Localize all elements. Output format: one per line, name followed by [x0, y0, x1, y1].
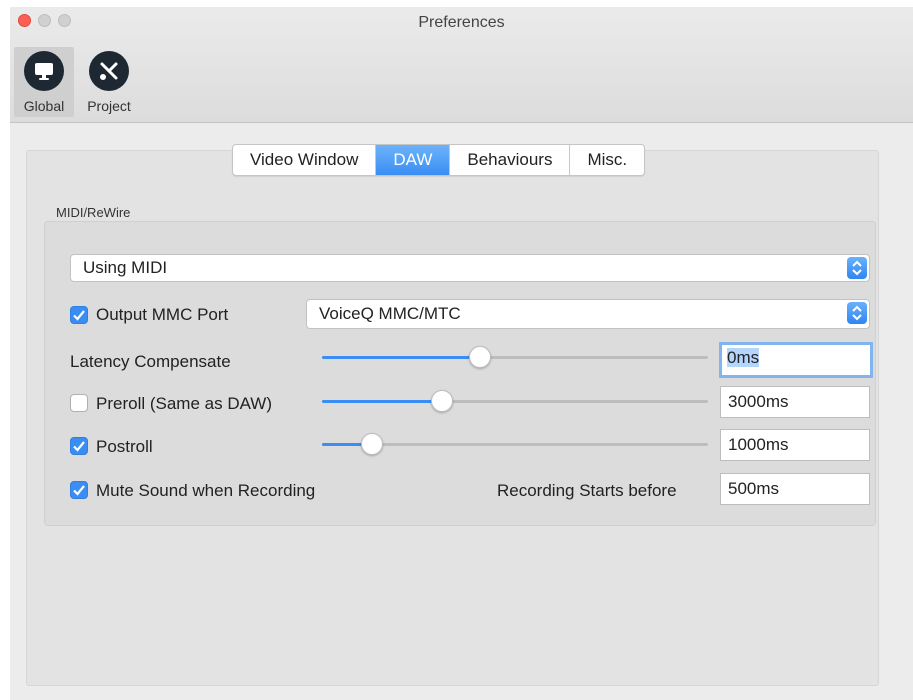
titlebar: Preferences Global Project: [10, 7, 913, 123]
mmc-port-select[interactable]: VoiceQ MMC/MTC: [306, 299, 870, 329]
postroll-input[interactable]: 1000ms: [720, 429, 870, 461]
midi-mode-select[interactable]: Using MIDI: [70, 254, 870, 282]
window-title: Preferences: [418, 14, 505, 31]
preroll-checkbox[interactable]: [70, 394, 88, 412]
recording-starts-value: 500ms: [728, 479, 780, 498]
group-label-midi-rewire: MIDI/ReWire: [56, 205, 131, 220]
tab-misc[interactable]: Misc.: [570, 145, 644, 175]
mute-recording-label: Mute Sound when Recording: [96, 481, 316, 500]
slider-fill: [322, 356, 481, 359]
preroll-input[interactable]: 3000ms: [720, 386, 870, 418]
toolbar-item-global[interactable]: Global: [14, 47, 74, 117]
preroll-slider[interactable]: [322, 390, 708, 412]
tab-daw[interactable]: DAW: [376, 145, 451, 175]
latency-value: 0ms: [727, 348, 760, 367]
toolbar-item-label: Global: [23, 98, 65, 114]
monitor-icon: [24, 51, 64, 91]
output-mmc-label: Output MMC Port: [96, 305, 229, 324]
checkmark-icon: [73, 441, 85, 452]
slider-knob[interactable]: [361, 433, 384, 455]
tab-bar: Video Window DAW Behaviours Misc.: [232, 144, 646, 176]
checkmark-icon: [73, 310, 85, 321]
preroll-label: Preroll (Same as DAW): [96, 394, 273, 413]
preroll-value: 3000ms: [728, 392, 789, 411]
tools-icon: [89, 51, 129, 91]
midi-mode-value: Using MIDI: [83, 258, 168, 277]
latency-label: Latency Compensate: [70, 352, 231, 371]
recording-starts-input[interactable]: 500ms: [720, 473, 870, 505]
postroll-checkbox[interactable]: [70, 437, 88, 455]
select-arrows-icon: [847, 302, 867, 324]
tab-behaviours[interactable]: Behaviours: [450, 145, 571, 175]
mmc-port-value: VoiceQ MMC/MTC: [319, 304, 461, 323]
postroll-label: Postroll: [96, 437, 153, 456]
output-mmc-checkbox[interactable]: [70, 306, 88, 324]
latency-input[interactable]: 0ms: [719, 342, 873, 378]
slider-knob[interactable]: [430, 390, 453, 412]
toolbar-item-label: Project: [87, 98, 131, 114]
postroll-value: 1000ms: [728, 435, 789, 454]
slider-knob[interactable]: [469, 346, 492, 368]
tab-video-window[interactable]: Video Window: [233, 145, 377, 175]
recording-starts-label: Recording Starts before: [497, 481, 677, 500]
select-arrows-icon: [847, 257, 867, 279]
checkmark-icon: [73, 485, 85, 496]
postroll-slider[interactable]: [322, 433, 708, 455]
toolbar-item-project[interactable]: Project: [80, 47, 138, 117]
latency-slider[interactable]: [322, 346, 708, 368]
mute-recording-checkbox[interactable]: [70, 481, 88, 499]
slider-fill: [322, 400, 442, 403]
